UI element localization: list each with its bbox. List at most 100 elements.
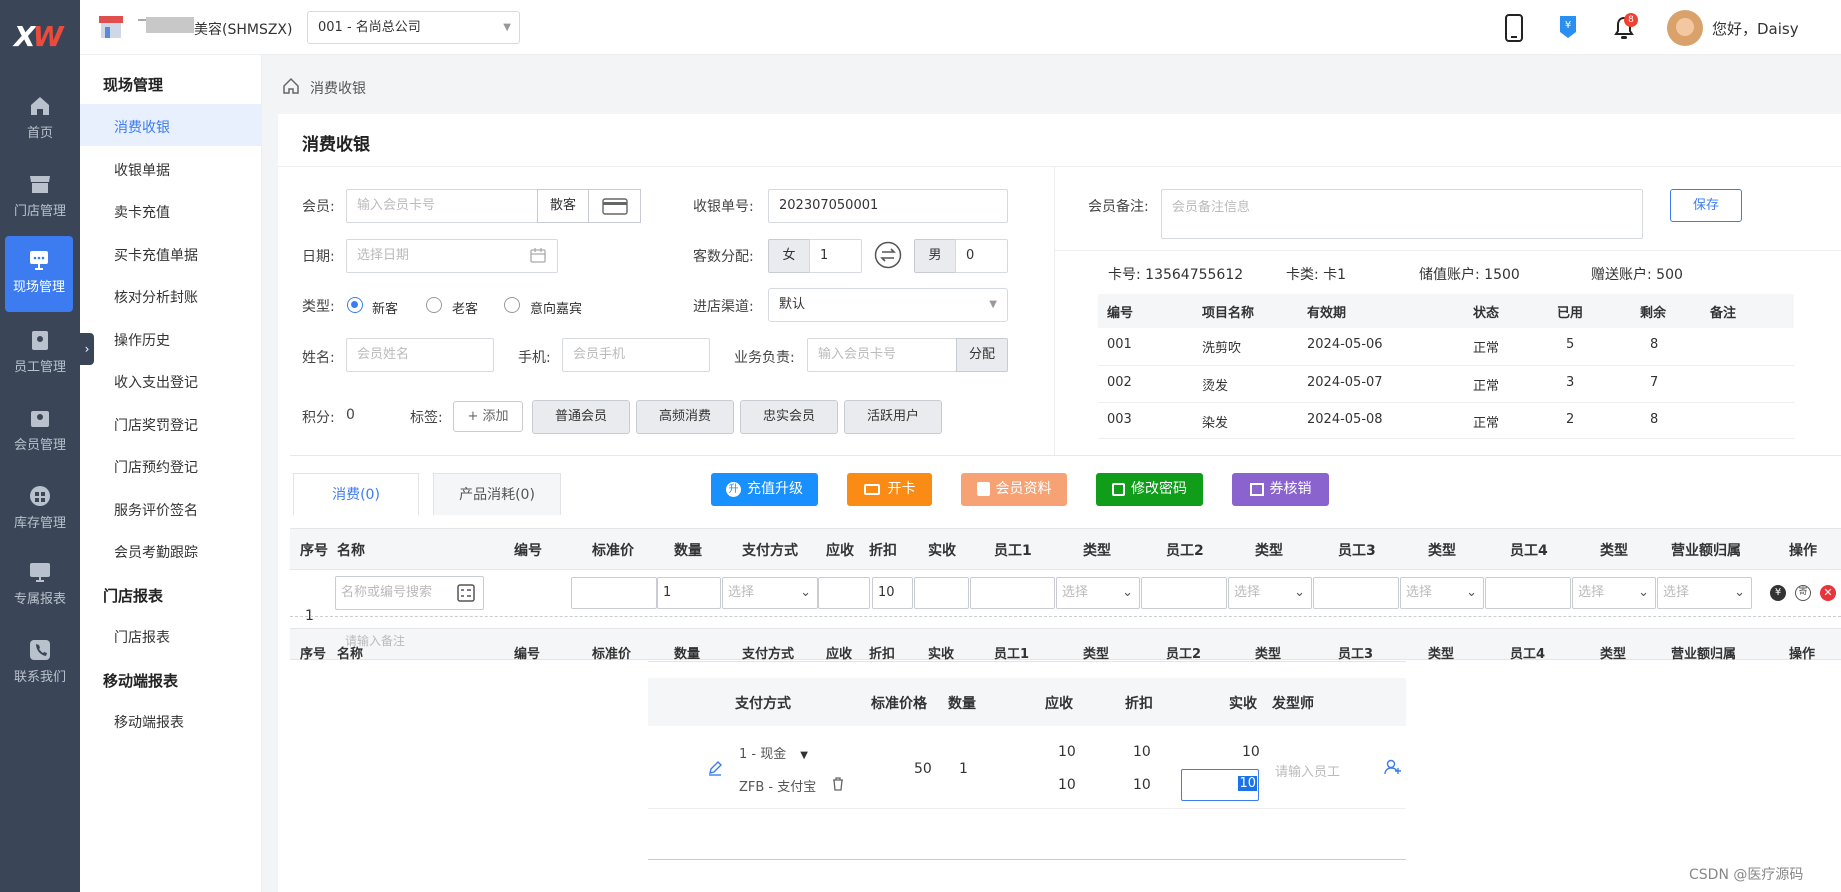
sub-nav-item[interactable]: 服务评价签名 [114, 500, 198, 520]
yen-icon[interactable]: ¥ [1770, 585, 1786, 601]
sub-nav-item[interactable]: 移动端报表 [114, 712, 184, 732]
name-label: 姓名: [302, 350, 335, 366]
channel-select[interactable]: 默认 ▼ [768, 288, 1008, 322]
sales-input[interactable]: 输入会员卡号 [807, 338, 957, 372]
radio-returning-customer[interactable] [426, 297, 442, 313]
credit-card-icon [601, 198, 628, 215]
edit-icon[interactable] [707, 760, 723, 776]
grid-col: 类型 [1083, 543, 1111, 559]
nav-reports[interactable]: 专属报表 [0, 548, 80, 618]
sub-nav-item[interactable]: 买卡充值单据 [114, 245, 198, 265]
add-user-icon[interactable] [1384, 758, 1402, 776]
chevron-down-icon: ▼ [989, 299, 997, 310]
female-count-input[interactable]: 1 [809, 239, 862, 273]
type-label: 类型: [302, 299, 335, 315]
sub-nav-item[interactable]: 门店报表 [114, 627, 170, 647]
pay-paid-2-input[interactable]: 10 [1181, 769, 1259, 801]
assign-button[interactable]: 分配 [956, 338, 1008, 372]
collapse-toggle[interactable]: › [80, 333, 94, 365]
card-reader-button[interactable] [588, 189, 641, 223]
stylist-input[interactable]: 请输入员工 [1275, 761, 1340, 780]
name-input[interactable]: 会员姓名 [346, 338, 494, 372]
recharge-upgrade-button[interactable]: 升充值升级 [711, 473, 818, 506]
staff2-input[interactable] [1141, 577, 1227, 609]
coupon-verify-button[interactable]: 券核销 [1232, 473, 1329, 506]
home-icon[interactable] [282, 77, 300, 95]
nav-member[interactable]: 会员管理 [0, 394, 80, 464]
sub-nav-item[interactable]: 操作历史 [114, 330, 170, 350]
due-input[interactable] [818, 577, 870, 609]
phone-input[interactable]: 会员手机 [562, 338, 710, 372]
tab-consume[interactable]: 消费(0) [293, 473, 419, 515]
delete-row-icon[interactable]: ✕ [1820, 585, 1836, 601]
nav-home[interactable]: 首页 [0, 82, 80, 152]
company-select[interactable]: 001 - 名尚总公司 ▼ [307, 11, 520, 44]
staff4-type-select[interactable]: 选择 ⌄ [1572, 577, 1656, 609]
nav-contact[interactable]: 联系我们 [0, 626, 80, 696]
price-input[interactable] [571, 577, 657, 609]
tag-chip[interactable]: 高频消费 [636, 400, 734, 434]
add-tag-button[interactable]: + 添加 [453, 401, 523, 432]
member-label: 会员: [302, 199, 335, 215]
date-input[interactable]: 选择日期 [346, 239, 558, 273]
tag-chip[interactable]: 普通会员 [532, 400, 630, 434]
sub-nav-item[interactable]: 收银单据 [114, 160, 170, 180]
staff3-input[interactable] [1313, 577, 1399, 609]
sub-nav-item[interactable]: 卖卡充值 [114, 202, 170, 222]
sub-nav-item[interactable]: 收入支出登记 [114, 372, 198, 392]
male-count-input[interactable]: 0 [955, 239, 1008, 273]
nav-inventory[interactable]: 库存管理 [0, 472, 80, 542]
coupon-icon[interactable]: ¥ [1556, 14, 1580, 40]
open-card-button[interactable]: 开卡 [847, 473, 932, 506]
save-note-button[interactable]: 保存 [1670, 189, 1742, 222]
nav-store[interactable]: 门店管理 [0, 160, 80, 230]
avatar[interactable] [1667, 10, 1703, 46]
trash-icon[interactable] [831, 776, 845, 791]
pay-col: 数量 [948, 696, 976, 712]
mobile-icon[interactable] [1503, 14, 1525, 42]
tag-chip[interactable]: 忠实会员 [740, 400, 838, 434]
member-col: 状态 [1473, 306, 1500, 321]
user-greeting[interactable]: 您好，Daisy [1712, 18, 1799, 39]
list-select-icon[interactable] [457, 584, 475, 602]
pay-col: 发型师 [1272, 696, 1314, 712]
pay-col: 标准价格 [871, 696, 927, 712]
member-profile-button[interactable]: 会员资料 [961, 473, 1067, 506]
payment-method-select[interactable]: 1 - 现金 ▼ [739, 743, 808, 762]
staff2-type-select[interactable]: 选择 ⌄ [1228, 577, 1312, 609]
sub-nav-item[interactable]: 门店预约登记 [114, 457, 198, 477]
store-name-mask [146, 17, 194, 33]
sub-nav-item[interactable]: 门店奖罚登记 [114, 415, 198, 435]
breadcrumb[interactable]: 消费收银 [310, 78, 366, 98]
sub-nav-item[interactable]: 会员考勤跟踪 [114, 542, 198, 562]
tab-product-usage[interactable]: 产品消耗(0) [433, 473, 561, 515]
quantity-input[interactable]: 1 [657, 577, 721, 609]
date-label: 日期: [302, 249, 335, 265]
sub-nav-item[interactable]: 消费收银 [114, 117, 170, 137]
chevron-down-icon: ▼ [503, 22, 511, 33]
nav-staff[interactable]: 员工管理 [0, 316, 80, 386]
change-password-button[interactable]: 修改密码 [1096, 473, 1203, 506]
staff4-input[interactable] [1485, 577, 1571, 609]
staff1-type-select[interactable]: 选择 ⌄ [1056, 577, 1140, 609]
sub-nav-item[interactable]: 核对分析封账 [114, 287, 198, 307]
staff3-type-select[interactable]: 选择 ⌄ [1400, 577, 1484, 609]
payment-select[interactable]: 选择 ⌄ [722, 577, 818, 609]
revenue-owner-select[interactable]: 选择 ⌄ [1657, 577, 1752, 609]
radio-new-customer[interactable] [347, 297, 363, 313]
nav-onsite[interactable]: 现场管理 [5, 236, 73, 312]
staff1-input[interactable] [970, 577, 1055, 609]
discount-input[interactable]: 10 [872, 577, 913, 609]
pay-qty: 1 [959, 761, 968, 777]
walkin-button[interactable]: 散客 [537, 189, 589, 223]
tag-chip[interactable]: 活跃用户 [844, 400, 942, 434]
gift-icon[interactable]: 寄 [1795, 585, 1811, 601]
payment-method-select[interactable]: ZFB - 支付宝 [739, 776, 822, 795]
select-placeholder: 选择 [1578, 585, 1605, 600]
member-card-input[interactable]: 输入会员卡号 [346, 189, 538, 223]
paid-input[interactable] [914, 577, 969, 609]
radio-prospect[interactable] [504, 297, 520, 313]
swap-icon[interactable] [874, 241, 902, 269]
member-note-textarea[interactable]: 会员备注信息 [1161, 189, 1643, 239]
order-no-input[interactable]: 202307050001 [768, 189, 1008, 223]
